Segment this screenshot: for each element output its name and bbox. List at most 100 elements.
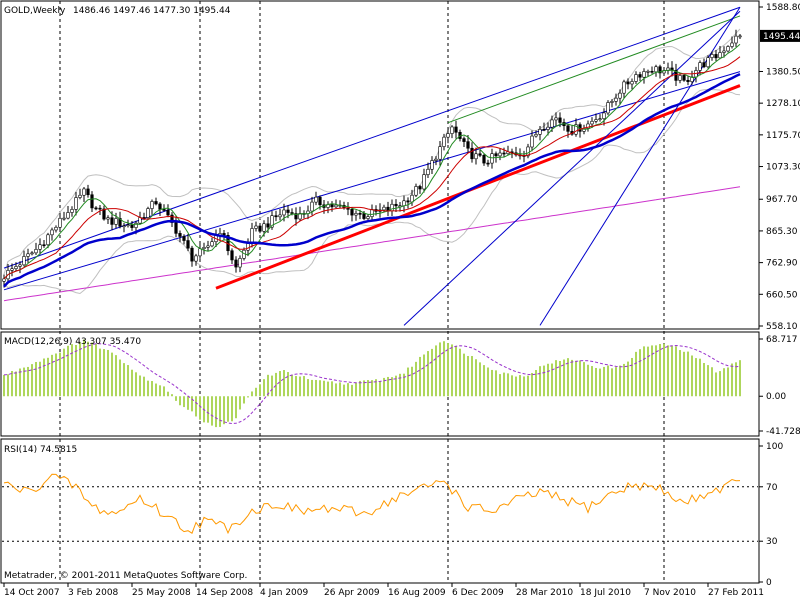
candle-body bbox=[186, 240, 190, 249]
candle-body bbox=[446, 133, 450, 138]
candle-body bbox=[38, 244, 42, 250]
candle-body bbox=[678, 75, 682, 81]
candle-body bbox=[470, 147, 474, 160]
candle-body bbox=[534, 134, 538, 137]
candle-body bbox=[174, 222, 178, 234]
candle-body bbox=[54, 226, 58, 231]
candle-body bbox=[626, 81, 630, 85]
candle-body bbox=[414, 186, 418, 196]
candle-body bbox=[190, 247, 194, 262]
candle-body bbox=[178, 233, 182, 237]
candle-body bbox=[718, 52, 722, 59]
date-tick-label: 18 Jul 2010 bbox=[580, 588, 631, 598]
candle-body bbox=[554, 117, 558, 121]
macd-tick-label: -41.728 bbox=[766, 427, 800, 437]
candle-body bbox=[350, 209, 354, 216]
candle-body bbox=[262, 223, 266, 232]
candle-body bbox=[394, 203, 398, 207]
candle-body bbox=[650, 70, 654, 73]
rsi-tick-label: 100 bbox=[766, 442, 783, 452]
candle-body bbox=[686, 79, 690, 82]
price-tick-label: 1588.80 bbox=[766, 3, 800, 13]
candle-body bbox=[94, 207, 98, 210]
candle-body bbox=[130, 224, 134, 228]
price-tick-label: 1073.30 bbox=[766, 163, 800, 173]
candle-body bbox=[202, 247, 206, 249]
price-tick-label: 967.70 bbox=[766, 195, 798, 205]
date-tick-label: 28 Mar 2010 bbox=[516, 588, 573, 598]
candle-body bbox=[70, 209, 74, 213]
date-tick-label: 14 Oct 2007 bbox=[4, 588, 60, 598]
candle-body bbox=[246, 243, 250, 251]
candle-body bbox=[42, 244, 46, 247]
candle-body bbox=[310, 201, 314, 212]
candle-body bbox=[642, 71, 646, 78]
price-tick-label: 1278.10 bbox=[766, 99, 800, 109]
candle-body bbox=[638, 74, 642, 78]
candle-body bbox=[46, 234, 50, 246]
candle-body bbox=[702, 62, 706, 68]
price-tick-label: 762.90 bbox=[766, 259, 798, 269]
price-tick-label: 558.10 bbox=[766, 322, 798, 332]
candle-body bbox=[594, 119, 598, 122]
candle-body bbox=[66, 212, 70, 219]
candle-body bbox=[606, 102, 610, 114]
candle-body bbox=[274, 215, 278, 218]
rsi-tick-label: 70 bbox=[766, 483, 778, 493]
candle-body bbox=[418, 186, 422, 190]
candle-body bbox=[494, 153, 498, 157]
candle-body bbox=[258, 225, 262, 232]
candle-body bbox=[158, 203, 162, 210]
candle-body bbox=[50, 229, 54, 236]
candle-body bbox=[402, 200, 406, 206]
candle-body bbox=[354, 213, 358, 216]
candle-body bbox=[358, 213, 362, 215]
candle-body bbox=[106, 217, 110, 220]
candle-body bbox=[314, 196, 318, 203]
candle-body bbox=[722, 50, 726, 53]
candle-body bbox=[206, 245, 210, 248]
candle-body bbox=[110, 217, 114, 225]
candle-body bbox=[498, 152, 502, 157]
candle-body bbox=[438, 146, 442, 160]
candle-body bbox=[166, 209, 170, 216]
candle-body bbox=[182, 236, 186, 241]
candle-body bbox=[406, 200, 410, 203]
candle-body bbox=[250, 228, 254, 244]
candle-body bbox=[122, 225, 126, 228]
candle-body bbox=[698, 62, 702, 71]
price-tick-label: 660.50 bbox=[766, 290, 798, 300]
candle-body bbox=[82, 188, 86, 196]
candle-body bbox=[78, 194, 82, 198]
candle-body bbox=[738, 35, 742, 38]
candle-body bbox=[90, 194, 94, 209]
candle-body bbox=[474, 153, 478, 160]
candle-body bbox=[34, 249, 38, 254]
candle-body bbox=[146, 208, 150, 218]
rsi-tick-label: 0 bbox=[766, 578, 772, 588]
candle-body bbox=[730, 42, 734, 47]
candle-body bbox=[426, 168, 430, 175]
candle-body bbox=[466, 141, 470, 149]
date-tick-label: 4 Jan 2009 bbox=[260, 588, 308, 598]
candle-body bbox=[734, 35, 738, 44]
candle-body bbox=[150, 201, 154, 209]
candle-body bbox=[238, 258, 242, 268]
candle-body bbox=[714, 54, 718, 59]
macd-tick-label: 68.717 bbox=[766, 335, 798, 345]
candle-body bbox=[434, 158, 438, 161]
candle-body bbox=[646, 70, 650, 73]
rsi-pane[interactable] bbox=[0, 438, 760, 584]
candle-body bbox=[450, 126, 454, 134]
candle-body bbox=[442, 136, 446, 147]
candle-body bbox=[318, 196, 322, 206]
candle-body bbox=[58, 217, 62, 228]
candle-body bbox=[74, 197, 78, 210]
date-tick-label: 25 May 2008 bbox=[132, 588, 191, 598]
candle-body bbox=[622, 81, 626, 94]
candle-body bbox=[86, 188, 90, 196]
candle-body bbox=[362, 213, 366, 219]
candle-body bbox=[482, 155, 486, 164]
date-tick-label: 14 Sep 2008 bbox=[196, 588, 253, 598]
date-tick-label: 16 Aug 2009 bbox=[388, 588, 446, 598]
